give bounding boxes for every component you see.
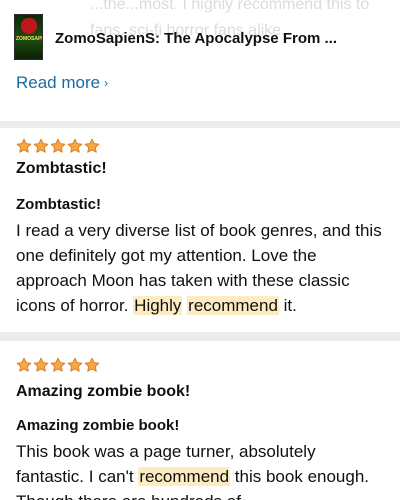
cover-title-text: ZOMOSAPIENS [16,36,43,42]
search-highlight: Highly [133,296,183,315]
product-title[interactable]: ZomoSapienS: The Apocalypse From ... [55,30,390,47]
product-bar[interactable]: ZOMOSAPIENS ZomoSapienS: The Apocalypse … [0,0,400,66]
review-subtitle: Amazing zombie book! [16,417,180,434]
star-icon [16,357,32,372]
star-icon [67,138,83,153]
star-icon [50,357,66,372]
reviews-page: ...the...most. I highly recommend this t… [0,0,400,500]
star-icon [33,357,49,372]
star-icon [33,138,49,153]
review-title: Amazing zombie book! [16,383,191,400]
read-more-link[interactable]: Read more › [16,73,108,93]
search-highlight: recommend [187,296,279,315]
review-subtitle: Zombtastic! [16,196,102,213]
cover-art-mouth [21,18,37,34]
search-highlight: recommend [138,467,231,486]
star-icon [50,138,66,153]
review-body: This book was a page turner, absolutely … [16,439,388,500]
star-rating [16,138,100,154]
star-icon [84,357,100,372]
chevron-right-icon: › [104,76,109,90]
product-header-card: ...the...most. I highly recommend this t… [0,0,400,121]
review-text-segment: it. [278,296,297,315]
read-more-label: Read more [16,73,101,92]
review-card: Amazing zombie book! Amazing zombie book… [0,341,400,500]
review-card: Zombtastic! Zombtastic! I read a very di… [0,128,400,332]
star-icon [84,138,100,153]
star-rating [16,357,100,373]
review-title: Zombtastic! [16,160,107,177]
star-icon [16,138,32,153]
book-cover-thumbnail[interactable]: ZOMOSAPIENS [14,14,43,60]
star-icon [67,357,83,372]
review-body: I read a very diverse list of book genre… [16,218,388,318]
